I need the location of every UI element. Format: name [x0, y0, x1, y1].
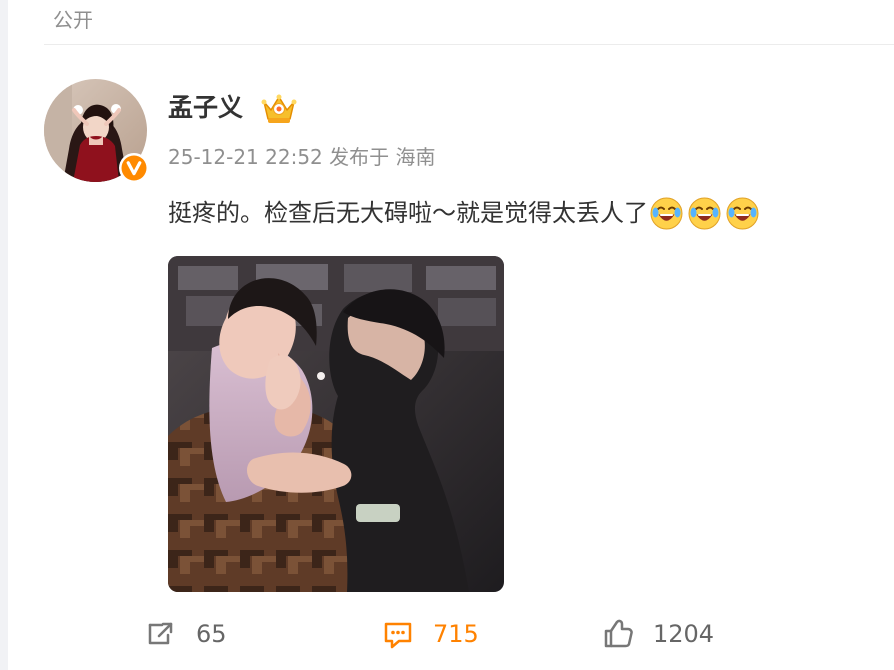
verified-badge-icon [118, 152, 150, 184]
comment-button[interactable]: 715 [381, 612, 479, 656]
crown-icon [259, 91, 299, 125]
laugh-cry-emoji [687, 196, 725, 231]
like-button[interactable]: 1204 [601, 612, 714, 656]
laugh-cry-emoji [649, 196, 687, 231]
post-image[interactable] [168, 256, 504, 592]
repost-count: 65 [196, 620, 227, 648]
laugh-cry-emoji [725, 196, 763, 231]
left-background-strip [0, 0, 8, 670]
post-timestamp[interactable]: 25-12-21 22:52 [168, 145, 323, 169]
thumbs-up-icon [604, 619, 633, 648]
post-meta: 25-12-21 22:52 发布于 海南 [168, 142, 436, 172]
repost-icon [148, 622, 173, 645]
comment-icon [384, 622, 412, 649]
like-count: 1204 [653, 620, 715, 648]
post-location: 发布于 海南 [329, 145, 436, 169]
comment-count: 715 [433, 620, 479, 648]
repost-button[interactable]: 65 [144, 612, 227, 656]
weibo-post-page: 公开 孟子义 25-12-21 22:52 发布于 海南 挺疼的。检查后无大碍啦… [0, 0, 894, 670]
emoji-group [649, 196, 763, 231]
top-divider [44, 44, 894, 45]
post-actions: 65 715 1204 [0, 612, 894, 656]
post-text-row: 挺疼的。检查后无大碍啦～就是觉得太丢人了 [168, 194, 763, 232]
author-name[interactable]: 孟子义 [168, 91, 243, 125]
post-body-text: 挺疼的。检查后无大碍啦～就是觉得太丢人了 [168, 199, 648, 227]
post-visibility-label: 公开 [53, 8, 93, 32]
